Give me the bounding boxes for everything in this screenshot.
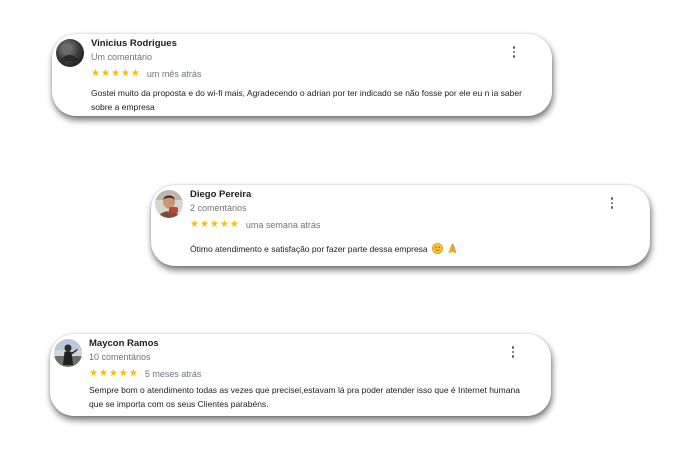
dark-photo-avatar-icon — [56, 39, 84, 67]
star-icon: ★ — [190, 219, 199, 230]
review-text: Ótimo atendimento e satisfação por fazer… — [190, 242, 630, 256]
review-date: 5 meses atrás — [144, 369, 202, 379]
review-card: Maycon Ramos 10 comentários ★ ★ ★ ★ ★ 5 … — [50, 334, 551, 416]
author-name[interactable]: Vinicius Rodrigues — [91, 38, 177, 49]
avatar[interactable] — [155, 190, 183, 218]
avatar[interactable] — [54, 339, 82, 367]
more-vertical-icon — [610, 197, 614, 200]
more-vertical-icon — [511, 355, 515, 358]
review-date: uma semana atrás — [245, 220, 321, 230]
star-rating: ★ ★ ★ ★ ★ — [190, 220, 239, 230]
star-icon: ★ — [120, 68, 130, 79]
star-icon: ★ — [219, 219, 229, 230]
outdoor-photo-avatar-icon — [54, 339, 82, 367]
star-icon: ★ — [100, 68, 110, 79]
more-vertical-icon — [511, 350, 515, 354]
star-icon: ★ — [91, 68, 100, 79]
star-icon: ★ — [209, 219, 219, 230]
review-text: Gostei muito da proposta e do wi-fi mais… — [91, 88, 522, 112]
star-rating: ★ ★ ★ ★ ★ — [91, 69, 140, 79]
star-icon: ★ — [118, 368, 128, 379]
more-vertical-icon — [512, 50, 516, 54]
person-photo-avatar-icon — [155, 190, 183, 218]
review-card: Vinicius Rodrigues Um comentário ★ ★ ★ ★… — [52, 34, 552, 116]
star-icon: ★ — [108, 368, 118, 379]
star-icon: ★ — [130, 68, 140, 79]
review-card: Diego Pereira 2 comentários ★ ★ ★ ★ ★ um… — [151, 185, 650, 266]
rating-row: ★ ★ ★ ★ ★ 5 meses atrás — [89, 368, 201, 380]
rating-row: ★ ★ ★ ★ ★ uma semana atrás — [190, 219, 320, 231]
review-count: Um comentário — [91, 52, 153, 62]
star-rating: ★ ★ ★ ★ ★ — [89, 369, 138, 379]
more-options-button[interactable] — [508, 344, 518, 360]
rating-row: ★ ★ ★ ★ ★ um mês atrás — [91, 68, 201, 80]
more-options-button[interactable] — [509, 44, 519, 60]
star-icon: ★ — [229, 219, 239, 230]
star-icon: ★ — [128, 368, 138, 379]
review-count: 2 comentários — [190, 203, 247, 213]
review-date: um mês atrás — [146, 69, 202, 79]
review-count: 10 comentários — [89, 352, 151, 362]
author-name[interactable]: Maycon Ramos — [89, 338, 159, 349]
review-text-content: Ótimo atendimento e satisfação por fazer… — [190, 244, 428, 254]
more-vertical-icon — [511, 346, 515, 349]
more-vertical-icon — [610, 206, 614, 209]
avatar[interactable] — [56, 39, 84, 67]
more-vertical-icon — [512, 46, 516, 49]
grinning-face-emoji-icon — [432, 243, 443, 254]
folded-hands-emoji-icon — [449, 243, 457, 254]
star-icon: ★ — [110, 68, 120, 79]
more-vertical-icon — [610, 201, 614, 205]
review-text: Sempre bom o atendimento todas as vezes … — [89, 385, 520, 409]
more-options-button[interactable] — [607, 195, 617, 211]
star-icon: ★ — [98, 368, 108, 379]
star-icon: ★ — [199, 219, 209, 230]
star-icon: ★ — [89, 368, 98, 379]
author-name[interactable]: Diego Pereira — [190, 189, 251, 200]
more-vertical-icon — [512, 55, 516, 58]
